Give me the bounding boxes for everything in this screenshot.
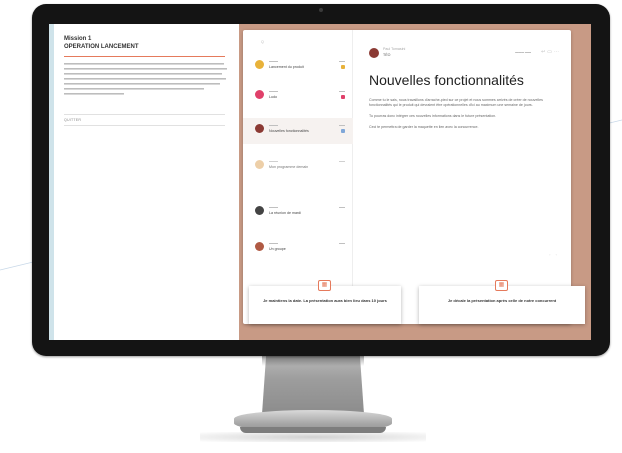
inbox-sender: ▬▬▬ — [269, 205, 278, 209]
choice-text: Je maintiens la date. La présentation au… — [263, 298, 387, 303]
avatar — [255, 160, 264, 169]
unread-badge — [341, 65, 345, 69]
inbox-time: ▬▬ — [339, 159, 345, 163]
inbox-item[interactable]: ▬▬▬ Ludo ▬▬ — [243, 84, 353, 110]
recipient-label: TÉO — [383, 53, 391, 57]
inbox-sender: ▬▬▬ — [269, 123, 278, 127]
inbox-subject: Mon programme demain — [269, 165, 309, 169]
mission-title: OPERATION LANCEMENT — [64, 44, 139, 50]
inbox-sender: ▬▬▬ — [269, 89, 278, 93]
inbox-search[interactable]: Q — [243, 40, 352, 52]
inbox-sender: ▬▬▬ — [269, 241, 278, 245]
stand-base-edge — [240, 427, 386, 433]
inbox-item[interactable]: ▬▬▬ Un groupe ▬▬ — [243, 236, 353, 262]
avatar — [255, 124, 264, 133]
avatar — [255, 90, 264, 99]
choice-card-keep-date[interactable]: ▦ Je maintiens la date. La présentation … — [249, 280, 401, 324]
title-divider — [64, 56, 225, 57]
email-paragraph: Tu pourras donc intégrer ces nouvelles i… — [369, 114, 497, 118]
avatar — [255, 206, 264, 215]
email-footer-actions[interactable]: ◦ ◦ — [549, 252, 559, 257]
search-icon: Q — [261, 40, 264, 44]
inbox-subject: La réunion de mardi — [269, 211, 301, 215]
sender-name: Paul Tomasini — [383, 47, 406, 51]
inbox-item[interactable]: ▬▬▬ La réunion de mardi ▬▬ — [243, 200, 353, 226]
quit-divider-top — [64, 114, 225, 116]
screen: Mission 1 OPERATION LANCEMENT QUITTER Q … — [49, 24, 591, 340]
inbox-sender: ▬▬▬ — [269, 59, 278, 63]
mission-description — [64, 63, 227, 105]
more-icon[interactable]: ⋯ — [554, 49, 561, 55]
blurred-description-text — [64, 63, 227, 95]
choice-cards: ▦ Je maintiens la date. La présentation … — [239, 280, 591, 324]
print-icon[interactable]: ▭ — [547, 49, 554, 55]
avatar — [255, 60, 264, 69]
email-subject: Nouvelles fonctionnalités — [369, 72, 524, 88]
stand-shadow — [200, 432, 426, 442]
inbox-sender: ▬▬▬ — [269, 159, 278, 163]
unread-badge — [341, 129, 345, 133]
inbox-time: ▬▬ — [339, 123, 345, 127]
quit-divider-bottom — [64, 125, 225, 127]
email-toolbar[interactable]: ↩▭⋯ — [541, 49, 561, 55]
inbox-subject: Ludo — [269, 95, 277, 99]
inbox-time: ▬▬ — [339, 205, 345, 209]
game-area: Q ▬▬▬ Lancement du produit ▬▬ ▬▬▬ Ludo ▬… — [239, 24, 591, 340]
inbox-subject: Lancement du produit — [269, 65, 304, 69]
mission-label: Mission 1 — [64, 36, 92, 42]
inbox-item[interactable]: ▬▬▬ Lancement du produit ▬▬ — [243, 54, 353, 80]
choice-card-postpone[interactable]: ▦ Je décale la présentation après celle … — [419, 280, 585, 324]
calendar-icon: ▦ — [318, 280, 331, 291]
avatar — [255, 242, 264, 251]
inbox-time: ▬▬ — [339, 59, 345, 63]
inbox-subject: Un groupe — [269, 247, 286, 251]
email-paragraph: Ceci te permettra de garder la maquette … — [369, 125, 479, 129]
monitor-bezel: Mission 1 OPERATION LANCEMENT QUITTER Q … — [32, 4, 610, 356]
inbox-time: ▬▬ — [339, 241, 345, 245]
stand-neck-shade — [262, 356, 364, 366]
mission-panel: Mission 1 OPERATION LANCEMENT QUITTER — [49, 24, 239, 340]
quit-button[interactable]: QUITTER — [64, 118, 225, 122]
camera-dot — [319, 8, 323, 12]
email-paragraph: Comme tu le sais, nous travaillons d'arr… — [369, 98, 543, 107]
inbox-item-selected[interactable]: ▬▬▬ Nouvelles fonctionnalités ▬▬ — [243, 118, 353, 144]
sender-avatar — [369, 48, 379, 58]
inbox-time: ▬▬ — [339, 89, 345, 93]
calendar-icon: ▦ — [495, 280, 508, 291]
inbox-subject: Nouvelles fonctionnalités — [269, 129, 309, 133]
email-body: Comme tu le sais, nous travaillons d'arr… — [369, 98, 549, 136]
choice-text: Je décale la présentation après celle de… — [447, 298, 557, 303]
unread-badge — [341, 95, 345, 99]
email-date: ▬▬▬ ▬▬ — [515, 50, 531, 54]
inbox-item[interactable]: ▬▬▬ Mon programme demain ▬▬ — [243, 154, 353, 180]
